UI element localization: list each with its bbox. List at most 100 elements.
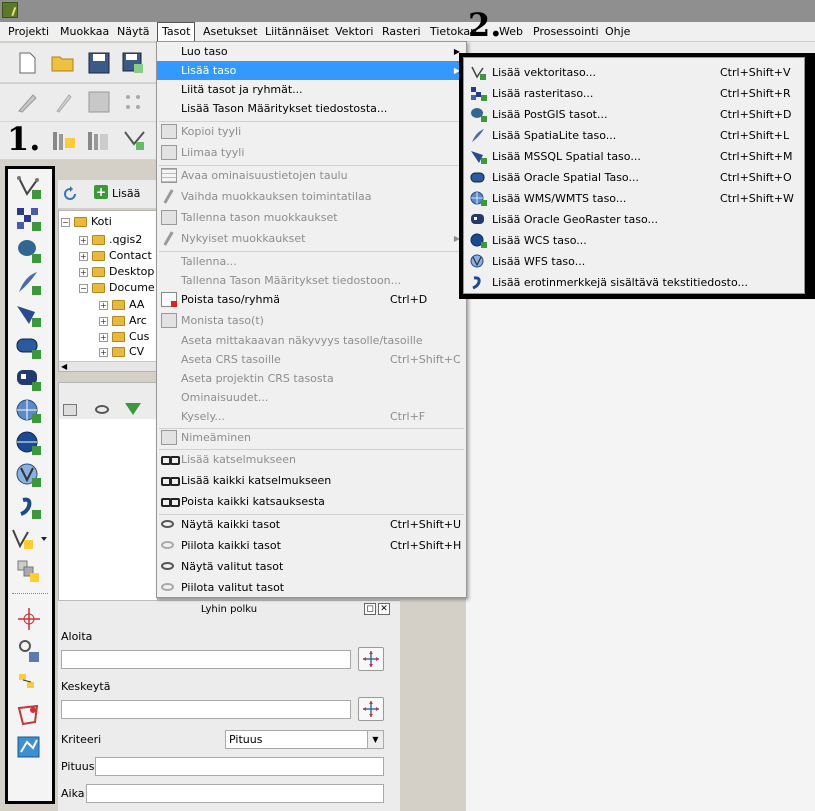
menu-item-paste-style[interactable]: Liimaa tyyli	[157, 143, 466, 162]
layer-copy-icon[interactable]	[63, 404, 77, 416]
submenu-item-add-wcs[interactable]: Lisää WCS taso...	[464, 230, 804, 251]
georeferencer-icon[interactable]	[14, 637, 44, 665]
menu-rasteri[interactable]: Rasteri	[378, 22, 425, 42]
dock-close-icon[interactable]: ✕	[378, 603, 390, 615]
menu-tasot[interactable]: Tasot	[157, 22, 196, 42]
tree-item-qgis2[interactable]: + .qgis2	[79, 232, 142, 248]
submenu-item-add-mssql[interactable]: Lisää MSSQL Spatial taso... Ctrl+Shift+M	[464, 146, 804, 167]
add-oracle-spatial-icon[interactable]	[14, 333, 44, 361]
menu-asetukset[interactable]: Asetukset	[199, 22, 262, 42]
menu-item-copy-style[interactable]: Kopioi tyyli	[157, 122, 466, 141]
tree-item-cv[interactable]: + CV	[99, 344, 144, 360]
menu-item-labeling[interactable]: Nimeäminen	[157, 428, 466, 447]
dock-float-icon[interactable]: ◻	[364, 603, 376, 615]
time-output[interactable]	[86, 784, 384, 803]
stop-point-picker-icon[interactable]	[358, 697, 384, 721]
menu-item-properties[interactable]: Ominaisuudet...	[157, 388, 466, 407]
map-tool-icon[interactable]	[14, 733, 44, 761]
submenu-item-add-postgis[interactable]: Lisää PostGIS tasot... Ctrl+Shift+D	[464, 104, 804, 125]
add-wfs-layer-icon[interactable]	[14, 461, 44, 489]
menu-projekti[interactable]: Projekti	[4, 22, 53, 42]
new-layer-dropdown-icon[interactable]	[10, 525, 50, 553]
menu-item-attribute-table[interactable]: Avaa ominaisuustietojen taulu	[157, 166, 466, 185]
menu-item-toggle-editing[interactable]: Vaihda muokkauksen toimintatilaa	[157, 187, 466, 206]
add-wcs-layer-icon[interactable]	[14, 429, 44, 457]
add-wms-layer-icon[interactable]	[14, 397, 44, 425]
add-spatialite-layer-icon[interactable]	[14, 269, 44, 297]
collapse-icon[interactable]: −	[79, 283, 88, 293]
submenu-item-add-delimited-text[interactable]: Lisää erotinmerkkejä sisältävä tekstitie…	[464, 272, 804, 293]
expand-icon[interactable]: +	[79, 235, 88, 245]
menu-item-project-crs-from-layer[interactable]: Aseta projektin CRS tasosta	[157, 369, 466, 388]
menu-item-save-definition[interactable]: Tallenna Tason Määritykset tiedostoon...	[157, 271, 466, 290]
tree-item-documents[interactable]: − Docume	[79, 280, 155, 296]
add-delimited-text-icon[interactable]	[14, 493, 44, 521]
expand-icon[interactable]: +	[79, 251, 88, 261]
menu-item-save-edits[interactable]: Tallenna tason muokkaukset	[157, 208, 466, 227]
road-graph-icon[interactable]	[14, 669, 44, 697]
menu-item-show-all-layers[interactable]: Näytä kaikki tasot Ctrl+Shift+U	[157, 515, 466, 534]
menu-item-remove-all-from-overview[interactable]: Poista kaikki katsauksesta	[157, 492, 466, 511]
menu-item-duplicate-layer[interactable]: Monista taso(t)	[157, 311, 466, 330]
add-virtual-layer-icon[interactable]	[14, 557, 44, 585]
menu-item-embed-layers[interactable]: Liitä tasot ja ryhmät...	[157, 80, 466, 99]
menu-item-show-selected-layers[interactable]: Näytä valitut tasot	[157, 557, 466, 576]
refresh-icon[interactable]	[62, 186, 78, 202]
menu-item-create-layer[interactable]: Luo taso ▶	[157, 42, 466, 61]
open-project-icon[interactable]	[50, 50, 76, 76]
menu-item-add-from-definition[interactable]: Lisää Tason Määritykset tiedostosta...	[157, 99, 466, 118]
add-raster-layer-icon[interactable]	[14, 205, 44, 233]
tree-item-koti[interactable]: − Koti	[61, 214, 112, 230]
menu-item-query[interactable]: Kysely... Ctrl+F	[157, 407, 466, 426]
expand-icon[interactable]: +	[79, 267, 88, 277]
menu-item-scale-visibility[interactable]: Aseta mittakaavan näkyvyys tasolle/tasoi…	[157, 331, 466, 350]
submenu-item-add-wfs[interactable]: Lisää WFS taso...	[464, 251, 804, 272]
expand-icon[interactable]: +	[99, 347, 108, 357]
add-icon[interactable]: +	[94, 185, 108, 199]
expand-icon[interactable]: +	[99, 316, 108, 326]
submenu-item-add-oracle-spatial[interactable]: Lisää Oracle Spatial Taso... Ctrl+Shift+O	[464, 167, 804, 188]
start-point-picker-icon[interactable]	[358, 647, 384, 671]
digitize-icon[interactable]	[122, 127, 148, 153]
menu-muokkaa[interactable]: Muokkaa	[56, 22, 113, 42]
tree-item-cus[interactable]: + Cus	[99, 329, 149, 345]
tree-item-desktop[interactable]: + Desktop	[79, 264, 154, 280]
submenu-item-add-wms[interactable]: Lisää WMS/WMTS taso... Ctrl+Shift+W	[464, 188, 804, 209]
menu-item-hide-all-layers[interactable]: Piilota kaikki tasot Ctrl+Shift+H	[157, 536, 466, 555]
menu-item-remove-layer[interactable]: Poista taso/ryhmä Ctrl+D	[157, 290, 466, 309]
toggle-edit-icon[interactable]	[14, 89, 40, 115]
map-canvas[interactable]	[466, 300, 815, 811]
save-as-icon[interactable]	[120, 50, 146, 76]
expand-icon[interactable]: +	[99, 300, 108, 310]
scroll-left-icon[interactable]: ◀	[61, 362, 67, 371]
chevron-down-icon[interactable]: ▼	[367, 731, 383, 748]
tree-item-aa[interactable]: + AA	[99, 297, 144, 313]
menu-item-current-edits[interactable]: Nykyiset muokkaukset ▶	[157, 229, 466, 248]
menu-item-hide-selected-layers[interactable]: Piilota valitut tasot	[157, 578, 466, 597]
add-button-label[interactable]: Lisää	[112, 187, 140, 200]
layer-manager-icon[interactable]	[51, 127, 77, 153]
expand-icon[interactable]: +	[99, 332, 108, 342]
add-vector-layer-icon[interactable]	[14, 173, 44, 201]
submenu-item-add-vector[interactable]: Lisää vektoritaso... Ctrl+Shift+V	[464, 62, 804, 83]
tree-item-contacts[interactable]: + Contact	[79, 248, 152, 264]
menu-liitannaiset[interactable]: Liitännäiset	[261, 22, 333, 42]
coordinate-capture-icon[interactable]	[14, 605, 44, 633]
save-project-icon[interactable]	[86, 50, 112, 76]
stop-point-input[interactable]	[61, 700, 351, 719]
visibility-eye-icon[interactable]	[95, 405, 109, 414]
criteria-select[interactable]: Pituus ▼	[225, 730, 384, 749]
submenu-item-add-raster[interactable]: Lisää rasteritaso... Ctrl+Shift+R	[464, 83, 804, 104]
add-oracle-georaster-icon[interactable]	[14, 365, 44, 393]
gps-tools-icon[interactable]	[14, 701, 44, 729]
menu-item-add-to-overview[interactable]: Lisää katselmukseen	[157, 450, 466, 469]
menu-nayta[interactable]: Näytä	[113, 22, 154, 42]
tree-item-arc[interactable]: + Arc	[99, 313, 147, 329]
save-edits-icon[interactable]	[86, 89, 112, 115]
add-mssql-layer-icon[interactable]	[14, 301, 44, 329]
horizontal-scrollbar[interactable]: ◀	[59, 361, 157, 371]
layer-tools-icon[interactable]	[86, 127, 112, 153]
edit-pencil-icon[interactable]	[50, 89, 76, 115]
menu-prosessointi[interactable]: Prosessointi	[529, 22, 603, 42]
collapse-icon[interactable]: −	[61, 217, 70, 227]
